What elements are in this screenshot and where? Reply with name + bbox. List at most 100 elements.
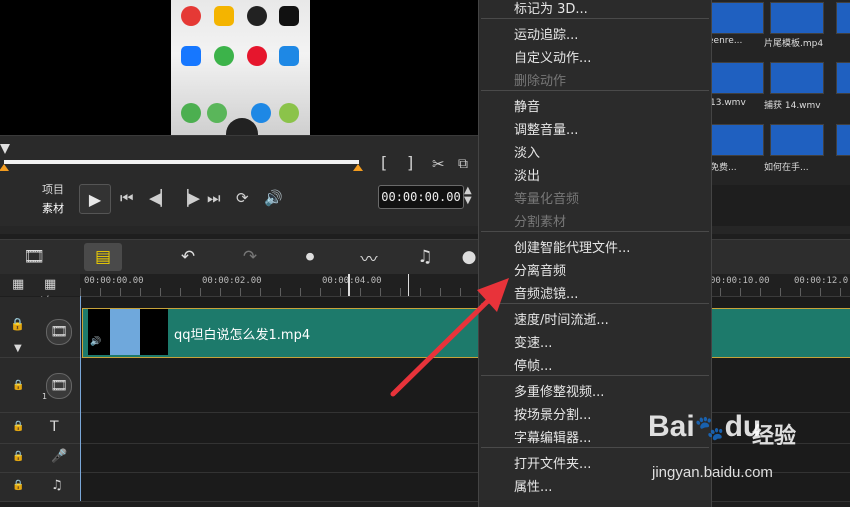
ruler-tick-label: 00:00:02.00 [202, 276, 262, 286]
menu-item-properties[interactable]: 属性... [514, 476, 552, 495]
go-to-end-icon[interactable]: ⏭ [207, 190, 221, 206]
ruler-tick-label: 00:00:00.00 [84, 276, 144, 286]
app-icon [207, 103, 227, 123]
library-thumbnail[interactable] [770, 124, 824, 156]
library-thumbnail[interactable] [836, 62, 850, 94]
clip-title: qq坦白说怎么发1.mp4 [174, 328, 311, 343]
mark-out-button[interactable]: ] [407, 155, 413, 171]
media-library: eenre... 片尾模板.mp4 13.wmv 捕获 14.wmv 免费...… [708, 0, 850, 185]
app-icon [214, 6, 234, 26]
next-frame-icon[interactable]: ▕▶ [177, 190, 200, 206]
menu-item-split-by-scene[interactable]: 按场景分割... [514, 404, 591, 423]
menu-item-subtitle-editor[interactable]: 字幕编辑器... [514, 427, 591, 446]
overlay-track-icon[interactable]: 🎞 [46, 373, 72, 399]
menu-item-open-folder[interactable]: 打开文件夹... [514, 453, 591, 472]
auto-music-icon[interactable]: ♫ [410, 243, 440, 271]
timeline-view-icon[interactable]: ▤ [84, 243, 122, 271]
library-item-label: 免费... [710, 163, 737, 173]
previous-frame-icon[interactable]: ◀▏ [149, 190, 172, 206]
library-thumbnail[interactable] [770, 62, 824, 94]
menu-item-split-clip[interactable]: 分割素材 [514, 211, 566, 230]
watermark-jingyan: 经验 [752, 424, 797, 449]
menu-item-adjust-volume[interactable]: 调整音量... [514, 119, 578, 138]
menu-item-mute[interactable]: 静音 [514, 96, 540, 115]
play-button[interactable]: ▶ [79, 184, 111, 214]
library-item-label: 片尾模板.mp4 [764, 39, 824, 49]
library-item-label: eenre... [708, 36, 743, 46]
record-capture-icon[interactable]: ⏺ [296, 243, 324, 271]
menu-item-fade-in[interactable]: 淡入 [514, 142, 540, 161]
microphone-icon[interactable]: 🎤 [51, 449, 67, 464]
app-icon [247, 6, 267, 26]
music-track-header: 🔒 ♫ [0, 473, 80, 502]
lock-icon[interactable]: 🔒 [12, 480, 24, 491]
library-thumbnail[interactable] [710, 2, 764, 34]
app-icon [279, 103, 299, 123]
ruler-tick-label: 00:00:04.00 [322, 276, 382, 286]
annotation-arrow [390, 278, 509, 397]
library-item-label: 如何在手... [764, 163, 809, 173]
mode-clip-label[interactable]: 素材 [42, 200, 64, 216]
track-manager-icon[interactable]: ▦ [12, 277, 24, 292]
lock-icon[interactable]: 🔒 [12, 380, 24, 391]
lock-icon[interactable]: 🔒 [12, 451, 24, 462]
menu-item-remove-motion[interactable]: 删除动作 [514, 70, 566, 89]
library-thumbnail[interactable] [836, 124, 850, 156]
app-icon [279, 46, 299, 66]
ruler-tick-label: 00:00:10.00 [710, 276, 770, 286]
menu-item-mark-3d[interactable]: 标记为 3D... [514, 0, 588, 17]
redo-icon[interactable]: ↷ [236, 243, 264, 271]
volume-icon[interactable]: 🔊 [264, 190, 283, 206]
motion-track-icon[interactable]: ● [460, 243, 478, 271]
track-number: 1 [42, 392, 48, 401]
repeat-icon[interactable]: ⟳ [236, 190, 249, 206]
menu-item-fade-out[interactable]: 淡出 [514, 165, 540, 184]
mode-project-label[interactable]: 项目 [42, 181, 64, 197]
storyboard-view-icon[interactable]: 🎞 [14, 243, 54, 271]
menu-item-multi-trim[interactable]: 多重修整视频... [514, 381, 604, 400]
menu-item-create-proxy[interactable]: 创建智能代理文件... [514, 237, 630, 256]
timecode-field[interactable]: 00:00:00.00 [378, 185, 464, 209]
timeline-playhead[interactable] [348, 274, 350, 296]
paw-icon: 🐾 [694, 415, 725, 442]
chevron-down-icon[interactable]: ▼ [14, 343, 22, 354]
library-thumbnail[interactable] [710, 124, 764, 156]
scissors-icon[interactable]: ✂ [432, 156, 445, 172]
menu-item-speed-time-lapse[interactable]: 速度/时间流逝... [514, 309, 609, 328]
timeline-cursor-line [80, 296, 81, 501]
undo-icon[interactable]: ↶ [174, 243, 202, 271]
preview-frame-phone-screenshot [171, 0, 310, 135]
library-thumbnail[interactable] [710, 62, 764, 94]
app-icon [251, 103, 271, 123]
chapter-icon[interactable]: ▦ [44, 277, 56, 292]
library-thumbnail[interactable] [770, 2, 824, 34]
mark-in-button[interactable]: [ [381, 155, 387, 171]
scrubber-bar[interactable] [4, 160, 359, 164]
track-options-icon[interactable]: 🔒 [10, 317, 25, 331]
title-track-icon[interactable]: T [50, 419, 59, 435]
library-thumbnail[interactable] [836, 2, 850, 34]
trim-out-marker[interactable] [353, 164, 363, 171]
panel-divider[interactable] [0, 226, 850, 234]
app-icon [181, 103, 201, 123]
copy-icon[interactable]: ⧉ [458, 156, 468, 172]
voice-track-header: 🔒 🎤 [0, 444, 80, 473]
menu-item-normalize-audio[interactable]: 等量化音频 [514, 188, 579, 207]
watermark-brand: Bai [648, 410, 695, 443]
trim-in-marker[interactable] [0, 164, 9, 171]
ruler-tick-label: 00:00:12.0 [794, 276, 849, 286]
menu-item-custom-motion[interactable]: 自定义动作... [514, 47, 591, 66]
music-note-icon[interactable]: ♫ [51, 478, 63, 493]
timecode-stepper[interactable]: ▲ ▼ [464, 186, 472, 206]
sound-mixer-icon[interactable]: 〰 [354, 243, 384, 271]
watermark-url: jingyan.baidu.com [652, 464, 773, 481]
menu-separator [481, 18, 709, 19]
library-item-label: 13.wmv [710, 98, 746, 108]
app-icon [181, 46, 201, 66]
lock-icon[interactable]: 🔒 [12, 421, 24, 432]
clip-thumbnail: 🔊 [88, 309, 168, 355]
video-track-icon[interactable]: 🎞 [46, 319, 72, 345]
playback-panel [0, 135, 478, 226]
go-to-start-icon[interactable]: ⏮ [120, 190, 134, 206]
menu-item-motion-tracking[interactable]: 运动追踪... [514, 24, 578, 43]
